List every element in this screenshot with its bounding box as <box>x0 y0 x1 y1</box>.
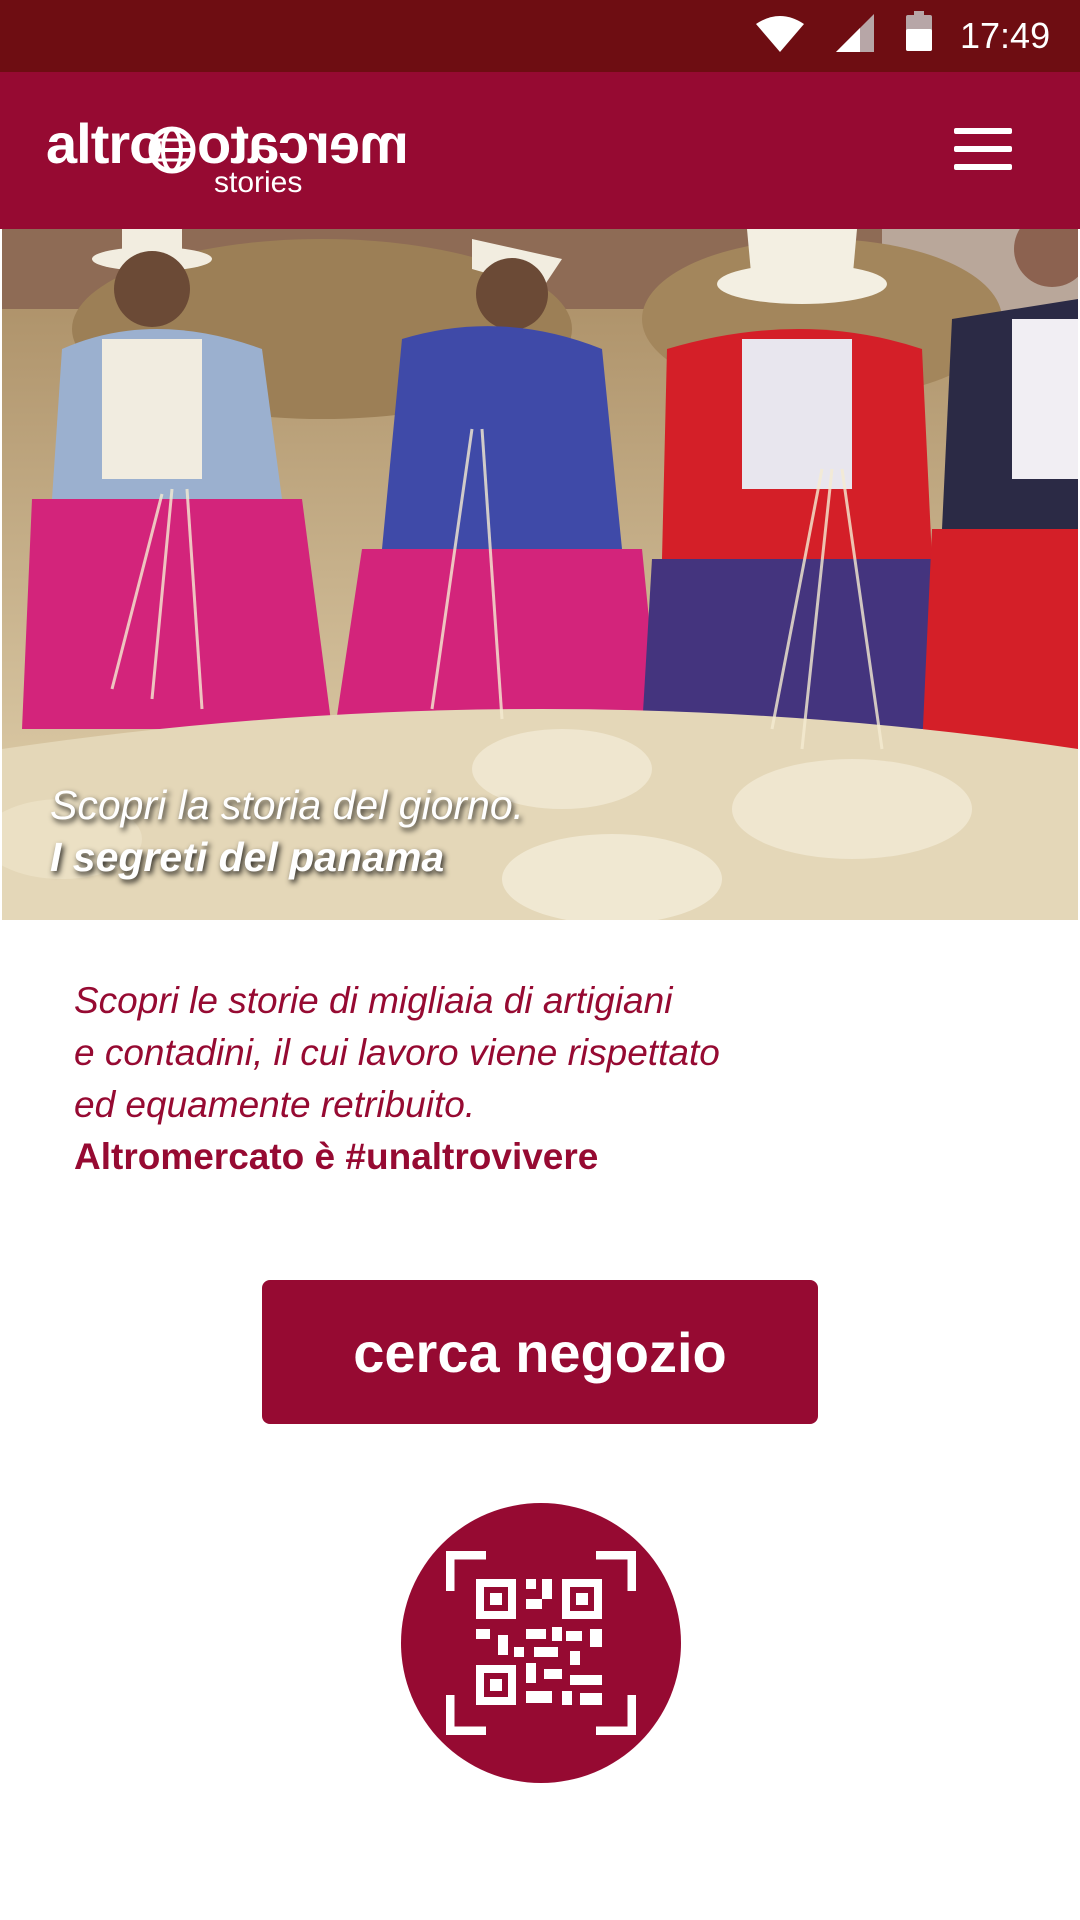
globe-icon <box>148 126 196 174</box>
logo-subtitle: stories <box>214 166 303 199</box>
logo-text-altro: altro <box>46 112 163 175</box>
battery-icon <box>906 11 932 51</box>
app-screen: 17:49 altro mercato stories Scopri la st… <box>0 0 1080 1920</box>
hero-story-banner[interactable]: Scopri la storia del giorno. I segreti d… <box>2 229 1078 920</box>
qr-code-scan-icon <box>446 1551 636 1735</box>
hamburger-menu-icon[interactable] <box>954 124 1014 174</box>
signal-icon <box>836 14 874 52</box>
hero-caption: Scopri la storia del giorno. I segreti d… <box>50 779 524 883</box>
clock: 17:49 <box>960 15 1051 56</box>
intro-line3: ed equamente retribuito. <box>74 1084 476 1125</box>
qr-scan-button[interactable] <box>401 1503 681 1783</box>
altromercato-logo[interactable]: altro mercato stories <box>46 112 426 202</box>
search-store-button[interactable]: cerca negozio <box>262 1280 818 1424</box>
intro-line2: e contadini, il cui lavoro viene rispett… <box>74 1032 720 1073</box>
intro-line1: Scopri le storie di migliaia di artigian… <box>74 980 673 1021</box>
hero-caption-title: I segreti del panama <box>50 834 445 880</box>
intro-tagline: Altromercato è #unaltrovivere <box>74 1136 599 1177</box>
status-bar: 17:49 <box>0 0 1080 72</box>
intro-text: Scopri le storie di migliaia di artigian… <box>74 975 974 1183</box>
hero-caption-line1: Scopri la storia del giorno. <box>50 782 525 828</box>
wifi-icon <box>756 16 804 52</box>
app-bar: altro mercato stories <box>0 72 1080 229</box>
